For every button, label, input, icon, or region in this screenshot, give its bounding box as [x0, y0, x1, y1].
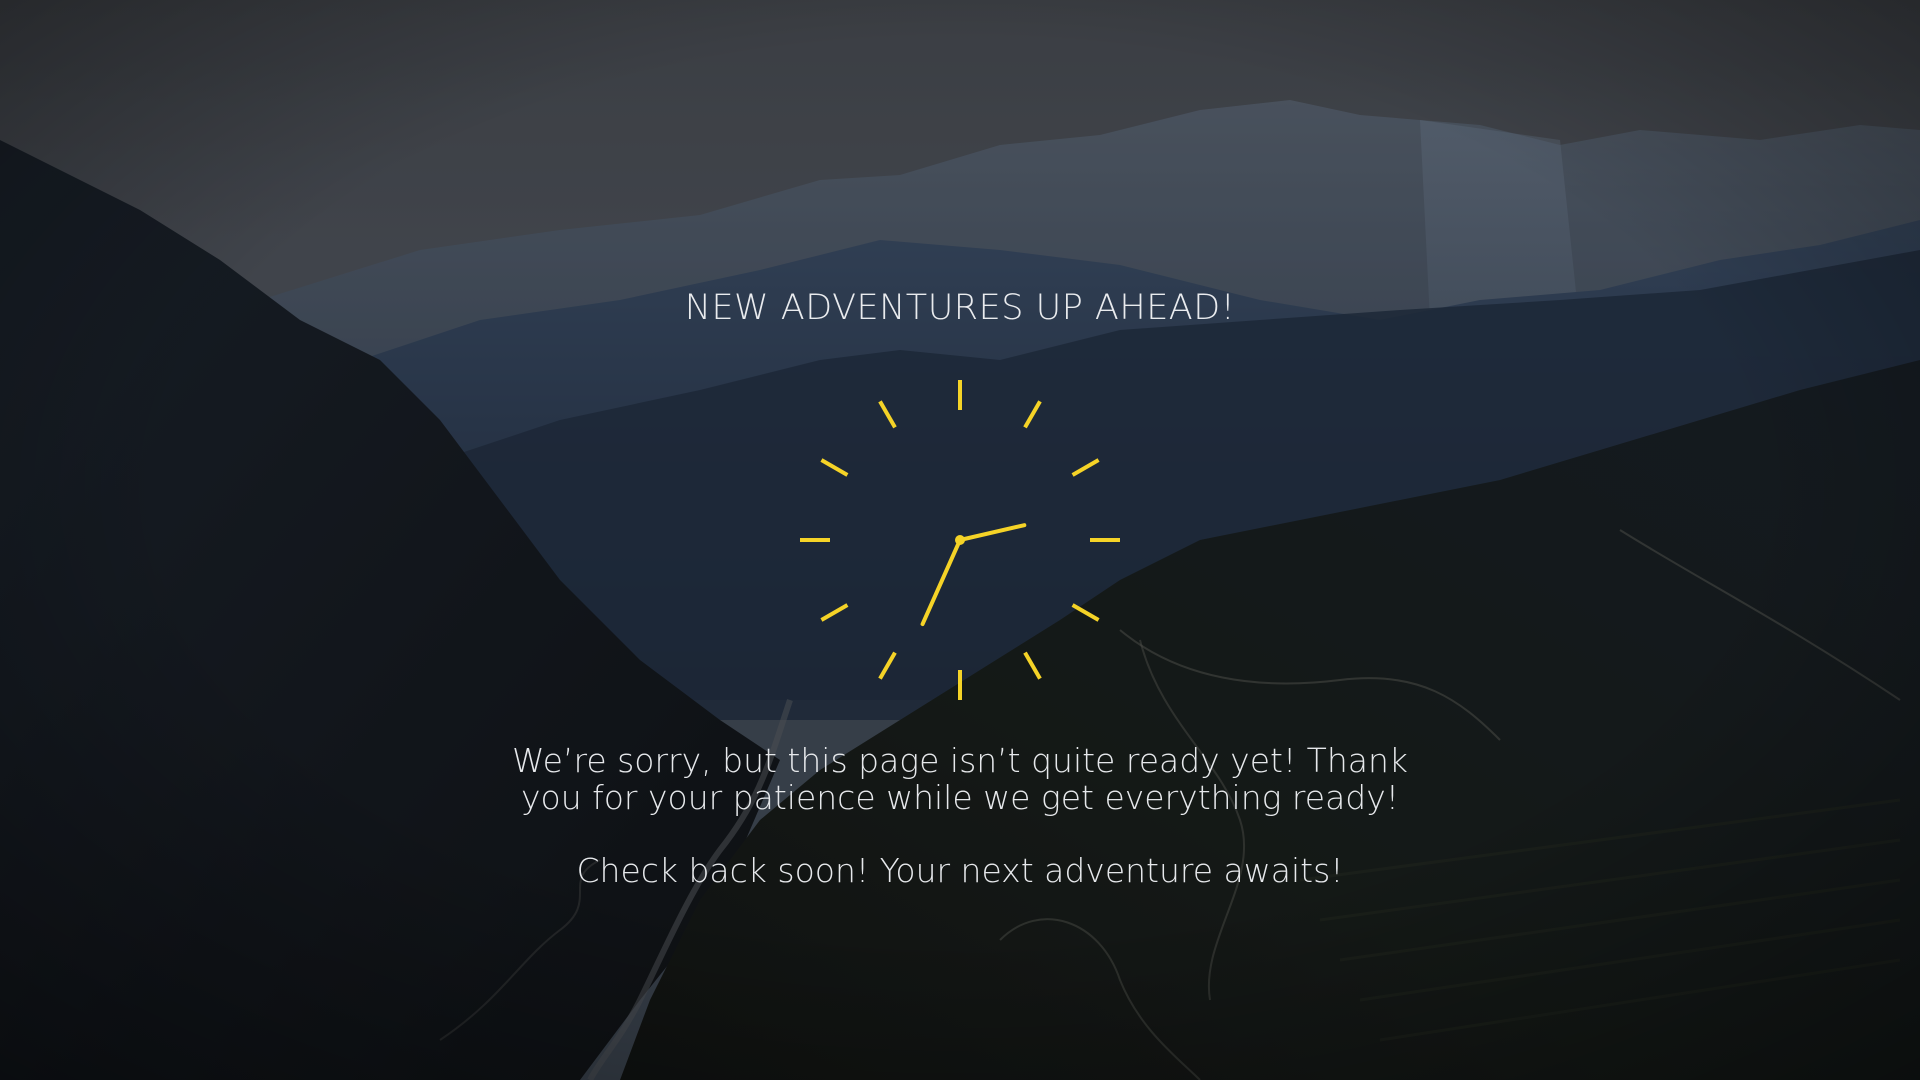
clock-tick — [1023, 400, 1042, 429]
clock-tick — [878, 651, 897, 680]
clock-minute-hand — [920, 538, 962, 627]
clock-tick — [878, 400, 897, 429]
coming-soon-page: NEW ADVENTURES UP AHEAD! We’re sorry, bu… — [0, 0, 1920, 1080]
clock-icon — [800, 380, 1120, 700]
clock-tick — [820, 603, 849, 622]
page-heading: NEW ADVENTURES UP AHEAD! — [684, 288, 1236, 328]
clock-tick — [820, 458, 849, 477]
clock-tick — [1071, 458, 1100, 477]
clock-hour-hand — [958, 523, 1027, 542]
apology-message: We’re sorry, but this page isn’t quite r… — [511, 741, 1408, 817]
clock-tick — [1071, 603, 1100, 622]
check-back-message: Check back soon! Your next adventure awa… — [576, 851, 1344, 890]
clock-center-dot — [955, 535, 965, 545]
clock-tick — [1023, 651, 1042, 680]
